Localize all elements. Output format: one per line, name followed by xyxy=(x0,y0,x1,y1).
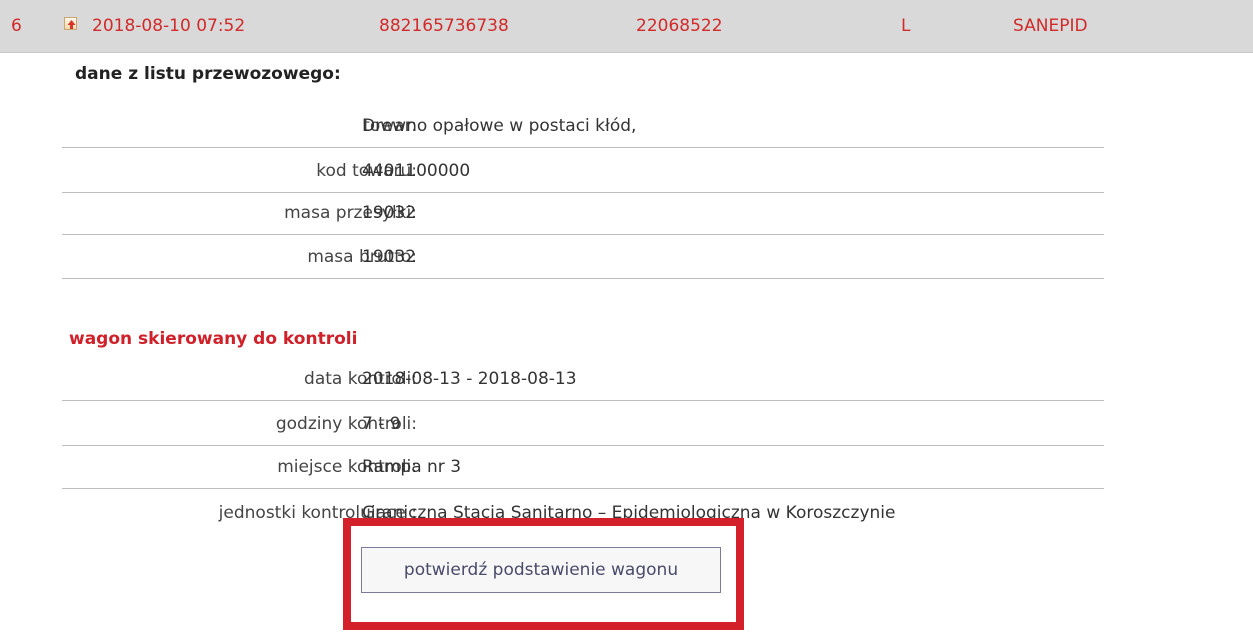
cargo-section-heading: dane z listu przewozowego: xyxy=(75,64,341,84)
record-header-row[interactable]: 6 2018-08-10 07:52 882165736738 22068522… xyxy=(0,0,1253,53)
control-row-hours: godziny kontroli: 7 - 9 xyxy=(62,401,1104,446)
cargo-row-goods: towar: Drewno opałowe w postaci kłód, xyxy=(62,103,1104,148)
control-section-heading: wagon skierowany do kontroli xyxy=(69,329,358,349)
control-row-date: data kontroli: 2018-08-13 - 2018-08-13 xyxy=(62,356,1104,401)
arrow-up-icon[interactable] xyxy=(64,17,77,30)
shipment-mass-value: 19032 xyxy=(362,203,417,223)
goods-value: Drewno opałowe w postaci kłód, xyxy=(362,116,637,136)
wagon-number: 882165736738 xyxy=(379,16,509,36)
control-hours-value: 7 - 9 xyxy=(362,414,401,434)
cargo-row-shipment-mass: masa przesyłki: 19032 xyxy=(62,190,1104,235)
highlight-frame xyxy=(343,518,744,630)
cargo-row-gross-mass: masa brutto: 19032 xyxy=(62,234,1104,279)
service-name: SANEPID xyxy=(1013,16,1088,36)
control-date-value: 2018-08-13 - 2018-08-13 xyxy=(362,369,577,389)
goods-code-value: 4401100000 xyxy=(362,161,471,181)
control-place-value: Rampa nr 3 xyxy=(362,457,462,477)
control-row-place: miejsce kontroli: Rampa nr 3 xyxy=(62,444,1104,489)
cargo-row-goods-code: kod towaru: 4401100000 xyxy=(62,148,1104,193)
record-index: 6 xyxy=(11,16,22,36)
record-type: L xyxy=(901,16,911,36)
gross-mass-value: 19032 xyxy=(362,247,417,267)
document-number: 22068522 xyxy=(636,16,723,36)
record-datetime: 2018-08-10 07:52 xyxy=(92,16,246,36)
